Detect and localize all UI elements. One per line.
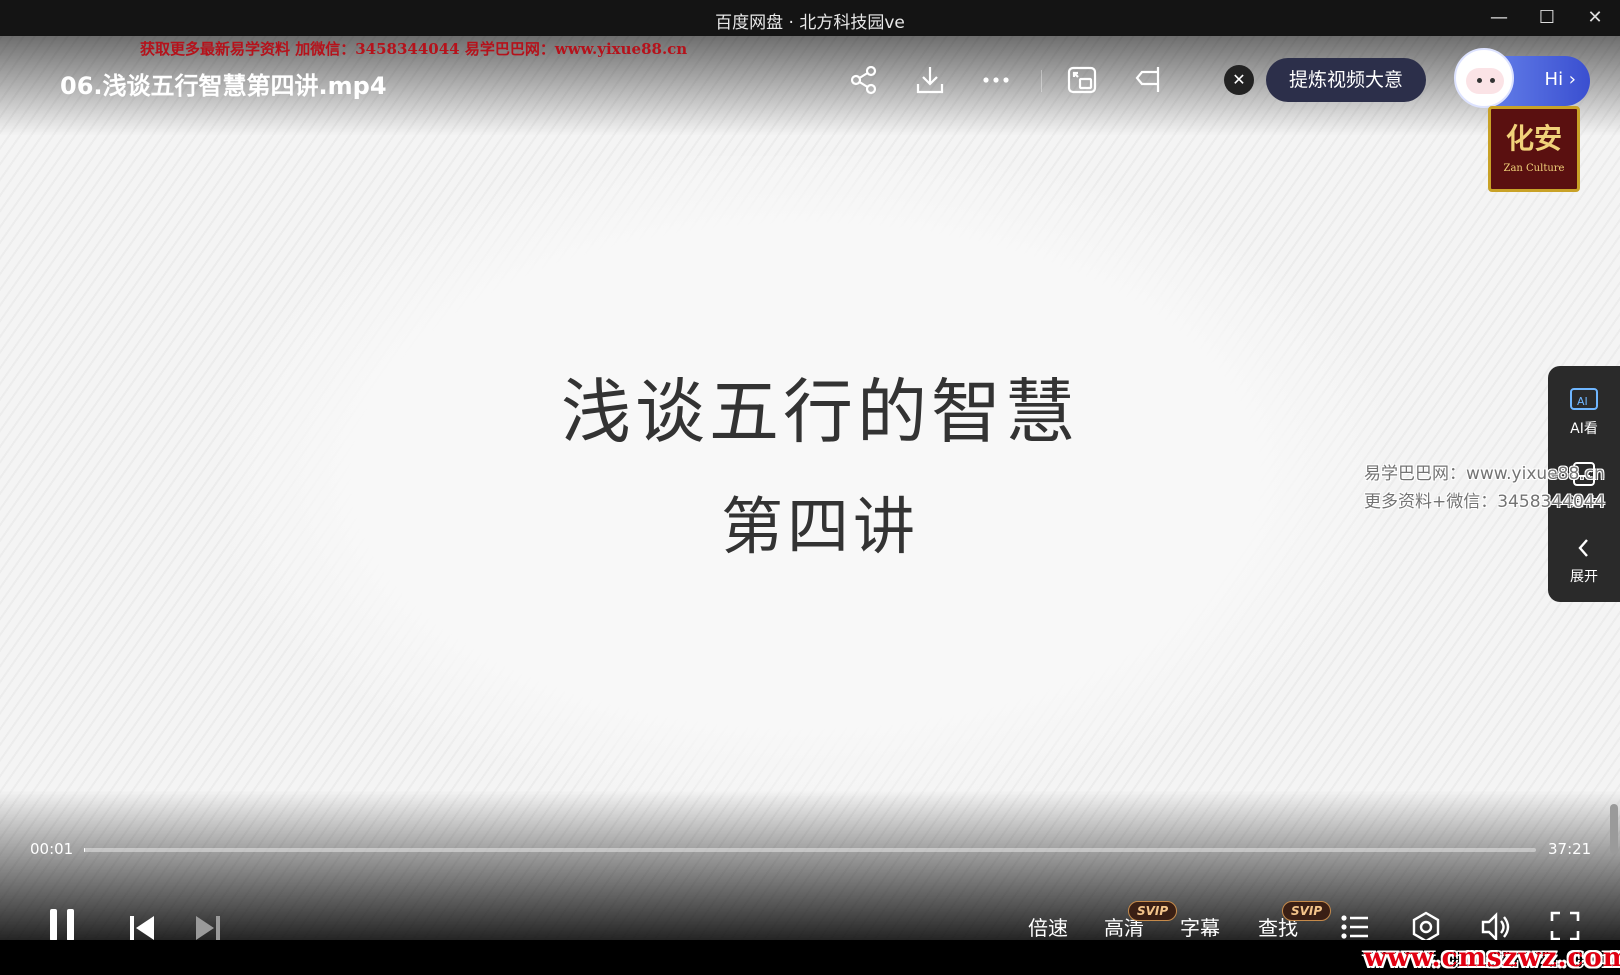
close-window-button[interactable]: ✕ bbox=[1582, 6, 1608, 30]
chevron-left-icon bbox=[1578, 539, 1588, 557]
scrollbar-handle[interactable] bbox=[1610, 804, 1618, 854]
subtitle-button[interactable]: 字幕 bbox=[1180, 912, 1220, 940]
more-icon[interactable] bbox=[978, 62, 1014, 98]
total-duration: 37:21 bbox=[1548, 840, 1592, 858]
picture-in-picture-icon[interactable] bbox=[1064, 62, 1100, 98]
watermark-line: 易学巴巴网：www.yixue88.cn bbox=[1364, 464, 1605, 484]
mini-window-icon[interactable] bbox=[1130, 62, 1166, 98]
pause-button[interactable] bbox=[46, 908, 80, 940]
summarize-video-button[interactable]: 提炼视频大意 bbox=[1266, 58, 1426, 102]
svip-badge: SVIP bbox=[1282, 901, 1332, 921]
close-summary-button[interactable]: ✕ bbox=[1224, 65, 1254, 95]
minimize-button[interactable]: — bbox=[1486, 6, 1512, 30]
list-icon bbox=[1341, 915, 1368, 939]
speed-button[interactable]: 倍速 bbox=[1028, 912, 1068, 940]
fullscreen-icon bbox=[1550, 911, 1580, 940]
progress-fill bbox=[84, 848, 86, 852]
settings-icon bbox=[1412, 911, 1440, 940]
video-file-title: 06.浅谈五行智慧第四讲.mp4 bbox=[60, 72, 387, 100]
side-item-expand[interactable]: 展开 bbox=[1548, 534, 1620, 586]
volume-button[interactable] bbox=[1480, 911, 1512, 940]
channel-logo: 化安 Zan Culture bbox=[1488, 106, 1580, 192]
pause-icon bbox=[50, 909, 74, 940]
assistant-greeting: Hi › bbox=[1544, 69, 1576, 90]
ai-assistant-button[interactable]: Hi › bbox=[1454, 48, 1590, 108]
fullscreen-button[interactable] bbox=[1550, 911, 1580, 940]
skip-next-icon bbox=[196, 916, 220, 940]
next-button[interactable] bbox=[194, 914, 222, 940]
slide-title: 浅谈五行的智慧 bbox=[561, 371, 1079, 453]
logo-text: 化安 bbox=[1505, 122, 1562, 155]
side-item-label: 展开 bbox=[1570, 569, 1598, 585]
logo-subtext: Zan Culture bbox=[1503, 163, 1565, 174]
window-title-bar: 百度网盘 · 北方科技园ve — ☐ ✕ bbox=[0, 0, 1620, 36]
current-time: 00:01 bbox=[30, 840, 74, 858]
download-icon[interactable] bbox=[912, 62, 948, 98]
settings-button[interactable] bbox=[1410, 911, 1442, 940]
video-stage[interactable]: 获取更多最新易学资料 加微信：3458344044 易学巴巴网：www.yixu… bbox=[0, 36, 1620, 940]
maximize-button[interactable]: ☐ bbox=[1534, 6, 1560, 30]
skip-previous-icon bbox=[130, 916, 154, 940]
assistant-mascot-icon bbox=[1454, 48, 1514, 108]
svg-text:AI: AI bbox=[1577, 395, 1588, 408]
video-watermark: 易学巴巴网：www.yixue88.cn 更多资料+微信：3458344044 bbox=[1364, 460, 1605, 516]
previous-button[interactable] bbox=[128, 914, 156, 940]
top-watermark: 获取更多最新易学资料 加微信：3458344044 易学巴巴网：www.yixu… bbox=[140, 40, 688, 58]
svip-badge: SVIP bbox=[1128, 901, 1178, 921]
footer-watermark: www.cmszwz.com bbox=[1364, 943, 1620, 973]
side-item-ai-watch[interactable]: AI AI看 bbox=[1548, 386, 1620, 438]
window-title: 百度网盘 · 北方科技园ve bbox=[715, 13, 905, 33]
share-icon[interactable] bbox=[846, 62, 882, 98]
volume-icon bbox=[1481, 912, 1510, 940]
ai-watch-icon: AI bbox=[1570, 388, 1598, 410]
progress-bar[interactable] bbox=[84, 848, 1536, 852]
side-item-label: AI看 bbox=[1570, 421, 1598, 437]
bottom-overlay bbox=[0, 790, 1620, 940]
watermark-line: 更多资料+微信：3458344044 bbox=[1364, 492, 1606, 512]
playlist-button[interactable] bbox=[1340, 912, 1370, 940]
toolbar-divider bbox=[1041, 70, 1042, 92]
